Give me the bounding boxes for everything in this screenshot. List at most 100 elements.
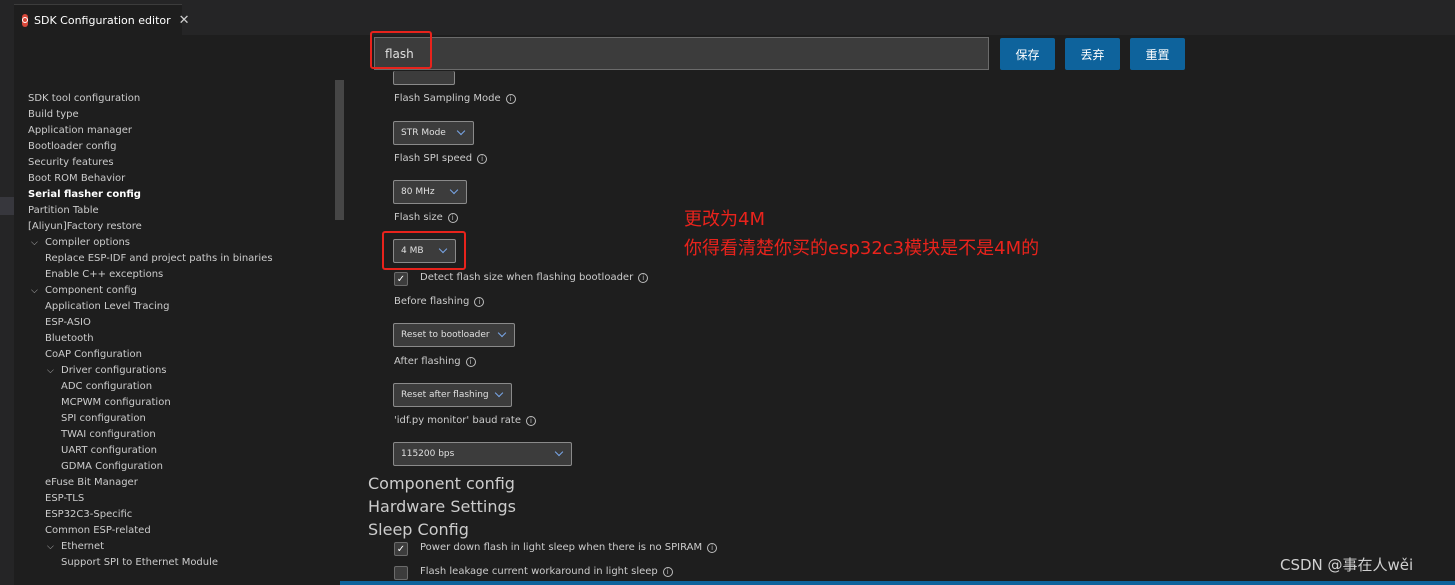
- flash-leakage-checkbox[interactable]: [394, 566, 408, 580]
- sidebar-item[interactable]: TWAI configuration: [28, 427, 328, 443]
- chevron-down-icon[interactable]: ⌵: [47, 539, 54, 555]
- info-icon[interactable]: i: [477, 153, 488, 164]
- sidebar-item[interactable]: CoAP Configuration: [28, 347, 328, 363]
- info-icon[interactable]: i: [474, 296, 485, 307]
- sidebar-item[interactable]: ⌵ Compiler options: [28, 235, 328, 251]
- after-flashing-select[interactable]: Reset after flashing: [393, 383, 512, 407]
- sidebar-item[interactable]: Application Level Tracing: [28, 299, 328, 315]
- sidebar-item-label: SPI configuration: [61, 413, 146, 424]
- after-flashing-label: After flashing i: [394, 356, 476, 367]
- sidebar-item-label: Support SPI to Ethernet Module: [61, 557, 219, 568]
- close-icon[interactable]: ✕: [179, 14, 190, 27]
- sidebar-item[interactable]: Support SPI to Ethernet Module: [28, 555, 328, 571]
- sidebar-item-label: ESP-TLS: [45, 493, 85, 504]
- sidebar-item[interactable]: Boot ROM Behavior: [28, 171, 328, 187]
- sidebar-item[interactable]: Serial flasher config: [28, 187, 328, 203]
- sidebar-item-label: ADC configuration: [61, 381, 153, 392]
- before-flashing-label: Before flashing i: [394, 296, 485, 307]
- flash-sampling-mode-label: Flash Sampling Mode i: [394, 93, 516, 104]
- sidebar-item-label: Bluetooth: [45, 333, 94, 344]
- sidebar-item[interactable]: Partition Table: [28, 203, 328, 219]
- info-icon[interactable]: i: [638, 272, 649, 283]
- sidebar-item-label: Common ESP-related: [45, 525, 151, 536]
- sidebar-item[interactable]: ESP-TLS: [28, 491, 328, 507]
- sidebar-item[interactable]: ⌵ Component config: [28, 283, 328, 299]
- sidebar-item[interactable]: Application manager: [28, 123, 328, 139]
- sidebar-item-label: Replace ESP-IDF and project paths in bin…: [45, 253, 273, 264]
- chevron-down-icon: [456, 126, 466, 136]
- detect-flash-size-checkbox[interactable]: ✓: [394, 272, 408, 286]
- sidebar-item-label: ESP-ASIO: [45, 317, 91, 328]
- sidebar-item[interactable]: Common ESP-related: [28, 523, 328, 539]
- sidebar-item[interactable]: UART configuration: [28, 443, 328, 459]
- activity-marker: [0, 197, 14, 215]
- chevron-down-icon[interactable]: ⌵: [31, 283, 38, 299]
- search-highlight-box: [370, 31, 432, 69]
- save-button[interactable]: 保存: [1000, 38, 1055, 70]
- sidebar-item[interactable]: Bluetooth: [28, 331, 328, 347]
- power-down-flash-label: Power down flash in light sleep when the…: [420, 542, 718, 553]
- tab-bar: [0, 0, 1455, 35]
- sidebar-item-label: MCPWM configuration: [61, 397, 171, 408]
- sidebar-item-label: TWAI configuration: [61, 429, 156, 440]
- sidebar-item[interactable]: Build type: [28, 107, 328, 123]
- sidebar-item[interactable]: ESP-ASIO: [28, 315, 328, 331]
- power-down-flash-checkbox[interactable]: ✓: [394, 542, 408, 556]
- info-icon[interactable]: i: [526, 415, 536, 426]
- sidebar-item[interactable]: ⌵ Driver configurations: [28, 363, 328, 379]
- activity-strip: [0, 35, 14, 585]
- sidebar-item-label: SDK tool configuration: [28, 93, 141, 104]
- sidebar-item-label: Partition Table: [28, 205, 99, 216]
- sidebar-item[interactable]: [Aliyun]Factory restore: [28, 219, 328, 235]
- sidebar-item-label: [Aliyun]Factory restore: [28, 221, 142, 232]
- info-icon[interactable]: i: [447, 212, 458, 223]
- sidebar-item-label: ESP32C3-Specific: [45, 509, 133, 520]
- info-icon[interactable]: i: [707, 542, 718, 553]
- chevron-down-icon: [554, 447, 564, 457]
- info-icon[interactable]: i: [662, 566, 673, 577]
- section-component-config: Component config: [368, 474, 515, 493]
- search-input[interactable]: [374, 37, 989, 70]
- sidebar-item-label: GDMA Configuration: [61, 461, 163, 472]
- flash-size-highlight-box: [382, 231, 466, 270]
- chevron-down-icon: [449, 185, 459, 195]
- sidebar-item[interactable]: ESP32C3-Specific: [28, 507, 328, 523]
- chevron-down-icon[interactable]: ⌵: [31, 235, 38, 251]
- sidebar-item[interactable]: SDK tool configuration: [28, 91, 328, 107]
- info-icon[interactable]: i: [465, 356, 476, 367]
- sidebar-item[interactable]: SPI configuration: [28, 411, 328, 427]
- sidebar-item[interactable]: Enable C++ exceptions: [28, 267, 328, 283]
- sidebar-item[interactable]: MCPWM configuration: [28, 395, 328, 411]
- tab-sdk-config-editor[interactable]: SDK Configuration editor ✕: [14, 4, 190, 35]
- sidebar-item[interactable]: ADC configuration: [28, 379, 328, 395]
- chevron-down-icon: [497, 328, 507, 338]
- sidebar-tree: SDK tool configuration Build type Applicat…: [28, 91, 328, 583]
- annotation-line-1: 更改为4M: [684, 209, 765, 230]
- before-flashing-select[interactable]: Reset to bootloader: [393, 323, 515, 347]
- sidebar-item[interactable]: Bootloader config: [28, 139, 328, 155]
- sidebar-item-label: Ethernet: [61, 541, 105, 552]
- reset-button[interactable]: 重置: [1130, 38, 1185, 70]
- chevron-down-icon[interactable]: ⌵: [47, 363, 54, 379]
- sidebar-item-label: UART configuration: [61, 445, 158, 456]
- info-icon[interactable]: i: [505, 93, 516, 104]
- sidebar-scrollbar[interactable]: [335, 80, 344, 220]
- sidebar-item[interactable]: Security features: [28, 155, 328, 171]
- sidebar-item-label: Security features: [28, 157, 114, 168]
- flash-leakage-label: Flash leakage current workaround in ligh…: [420, 566, 673, 577]
- flash-sampling-mode-select[interactable]: STR Mode: [393, 121, 474, 145]
- status-bar-edge: [340, 581, 1455, 585]
- chevron-down-icon: [494, 388, 504, 398]
- monitor-baud-select[interactable]: 115200 bps: [393, 442, 572, 466]
- detect-flash-size-label: Detect flash size when flashing bootload…: [420, 272, 649, 283]
- sidebar-item-label: Compiler options: [45, 237, 131, 248]
- sidebar-item[interactable]: GDMA Configuration: [28, 459, 328, 475]
- sidebar-item-label: CoAP Configuration: [45, 349, 142, 360]
- sidebar-item[interactable]: Replace ESP-IDF and project paths in bin…: [28, 251, 328, 267]
- flash-size-label: Flash size i: [394, 212, 458, 223]
- clipped-select[interactable]: [393, 71, 455, 85]
- sidebar-item[interactable]: eFuse Bit Manager: [28, 475, 328, 491]
- discard-button[interactable]: 丢弃: [1065, 38, 1120, 70]
- sidebar-item[interactable]: ⌵ Ethernet: [28, 539, 328, 555]
- flash-spi-speed-select[interactable]: 80 MHz: [393, 180, 467, 204]
